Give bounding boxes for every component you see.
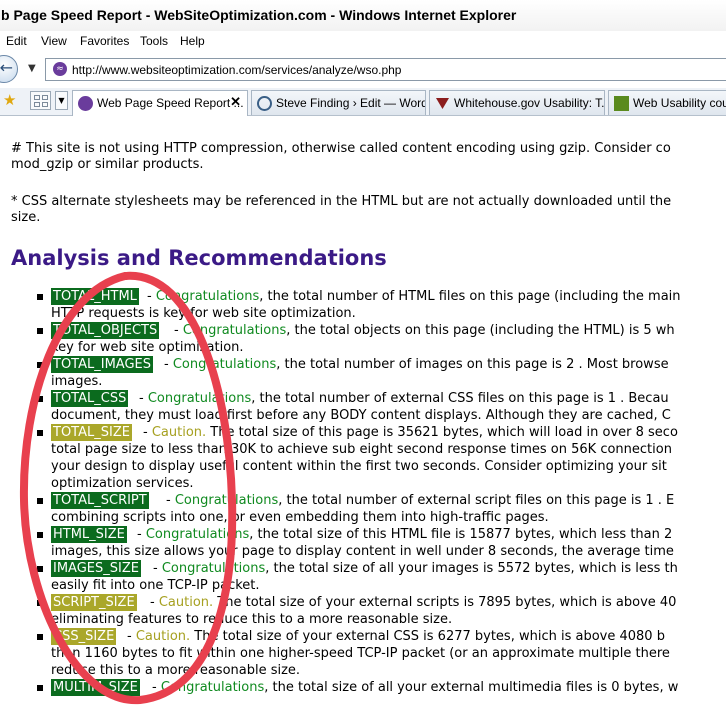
rec-tag: MULTIM_SIZE — [51, 679, 140, 696]
rec-text: optimization services. — [51, 476, 194, 491]
rec-text: images. — [51, 374, 103, 389]
rec-text: total page size to less than 30K to achi… — [51, 442, 672, 457]
rec-text: , the total number of external CSS files… — [251, 391, 669, 406]
tab-web-usability-course[interactable]: Web Usability cour — [608, 90, 726, 115]
rec-status: Congratulations — [145, 527, 250, 542]
bullet-icon — [37, 532, 43, 538]
rec-text: combining scripts into one, or even embe… — [51, 510, 549, 525]
rec-text: , the total objects on this page (includ… — [286, 323, 675, 338]
tab-web-page-speed-report[interactable]: Web Page Speed Report ... ✕ — [72, 90, 248, 116]
rec-tag: TOTAL_IMAGES — [51, 356, 153, 373]
bullet-icon — [37, 294, 43, 300]
bullet-icon — [37, 430, 43, 436]
address-row: ← ▼ ≈ http://www.websiteoptimization.com… — [0, 51, 726, 88]
rec-text: , the total number of images on this pag… — [276, 357, 669, 372]
rec-text: The total size of your external scripts … — [213, 595, 677, 610]
tab-label: Web Page Speed Report ... — [97, 96, 244, 110]
tab-label: Web Usability cour — [633, 96, 726, 110]
bullet-icon — [37, 328, 43, 334]
rec-text: reduce this to a more reasonable size. — [51, 663, 301, 678]
bullet-icon — [37, 362, 43, 368]
address-bar[interactable]: ≈ http://www.websiteoptimization.com/ser… — [45, 58, 726, 81]
rec-status: Congratulations — [172, 357, 277, 372]
rec-text: , the total size of all your images is 5… — [265, 561, 678, 576]
bullet-icon — [37, 685, 43, 691]
compression-note: # This site is not using HTTP compressio… — [11, 141, 671, 172]
rec-tag: TOTAL_SIZE — [51, 424, 132, 441]
rec-tag: TOTAL_CSS — [51, 390, 129, 407]
rec-status: Congratulations — [174, 493, 279, 508]
back-arrow-icon: ← — [0, 58, 13, 77]
address-url[interactable]: http://www.websiteoptimization.com/servi… — [72, 63, 401, 77]
rec-status: Caution. — [135, 629, 191, 644]
recent-pages-dropdown-icon[interactable]: ▼ — [28, 63, 36, 74]
wordpress-icon — [257, 96, 272, 111]
rec-text: The total size of your external CSS is 6… — [190, 629, 665, 644]
tab-favicon-icon — [78, 96, 93, 111]
quick-tabs-icon[interactable] — [30, 91, 51, 110]
rec-text: key for web site optimization. — [51, 340, 244, 355]
rec-tag: HTML_SIZE — [51, 526, 127, 543]
bullet-icon — [37, 396, 43, 402]
rec-text: The total size of this page is 35621 byt… — [206, 425, 678, 440]
bullet-icon — [37, 498, 43, 504]
menu-help[interactable]: Help — [180, 34, 205, 48]
menu-edit[interactable]: Edit — [6, 34, 27, 48]
tab-label: Whitehouse.gov Usability: T... — [454, 96, 605, 110]
tab-row: ★ ▼ Web Page Speed Report ... ✕ Steve Fi… — [0, 88, 726, 116]
css-alternate-note: * CSS alternate stylesheets may be refer… — [11, 194, 672, 225]
site-favicon-icon: ≈ — [53, 62, 67, 76]
page-content: # This site is not using HTTP compressio… — [11, 141, 681, 696]
tab-whitehouse-usability[interactable]: Whitehouse.gov Usability: T... — [429, 90, 605, 115]
rec-text: than 1160 bytes to fit within one higher… — [51, 646, 670, 661]
rec-text: easily fit into one TCP-IP packet. — [51, 578, 260, 593]
rec-text: images, this size allows your page to di… — [51, 544, 674, 559]
close-tab-icon[interactable]: ✕ — [230, 94, 241, 110]
window-title-bar: b Page Speed Report - WebSiteOptimizatio… — [0, 0, 726, 31]
whitehouse-favicon-icon — [435, 96, 450, 111]
bullet-icon — [37, 566, 43, 572]
rec-status: Congratulations — [160, 680, 265, 695]
rec-tag: SCRIPT_SIZE — [51, 594, 137, 611]
bullet-icon — [37, 634, 43, 640]
bullet-icon — [37, 600, 43, 606]
favorites-star-icon[interactable]: ★ — [3, 91, 16, 109]
rec-text: eliminating features to reduce this to a… — [51, 612, 453, 627]
menu-tools[interactable]: Tools — [140, 34, 168, 48]
rec-status: Congratulations — [182, 323, 287, 338]
rec-text: , the total number of external script fi… — [278, 493, 675, 508]
rec-status: Congratulations — [147, 391, 252, 406]
menu-favorites[interactable]: Favorites — [80, 34, 129, 48]
back-button[interactable]: ← — [0, 55, 18, 83]
rec-text: , the total size of all your external mu… — [264, 680, 679, 695]
menu-bar: Edit View Favorites Tools Help — [0, 31, 726, 52]
window-title: b Page Speed Report - WebSiteOptimizatio… — [1, 7, 517, 23]
rec-tag: CSS_SIZE — [51, 628, 117, 645]
rec-status: Congratulations — [155, 289, 260, 304]
rec-tag: TOTAL_HTML — [51, 288, 139, 305]
rec-text: , the total number of HTML files on this… — [259, 289, 681, 304]
rec-text: , the total size of this HTML file is 15… — [249, 527, 673, 542]
tab-list-dropdown-icon[interactable]: ▼ — [55, 91, 68, 110]
rec-text: your design to display useful content wi… — [51, 459, 667, 474]
rec-text: document, they must load first before an… — [51, 408, 671, 423]
rec-text: HTTP requests is key for web site optimi… — [51, 306, 356, 321]
section-heading: Analysis and Recommendations — [11, 246, 387, 270]
usability-favicon-icon — [614, 96, 629, 111]
tab-steve-finding-edit[interactable]: Steve Finding › Edit — Word... — [251, 90, 426, 115]
rec-tag: TOTAL_SCRIPT — [51, 492, 149, 509]
menu-view[interactable]: View — [41, 34, 67, 48]
rec-status: Caution. — [151, 425, 207, 440]
rec-status: Congratulations — [161, 561, 266, 576]
rec-tag: IMAGES_SIZE — [51, 560, 141, 577]
rec-tag: TOTAL_OBJECTS — [51, 322, 160, 339]
tab-label: Steve Finding › Edit — Word... — [276, 96, 426, 110]
rec-status: Caution. — [158, 595, 214, 610]
